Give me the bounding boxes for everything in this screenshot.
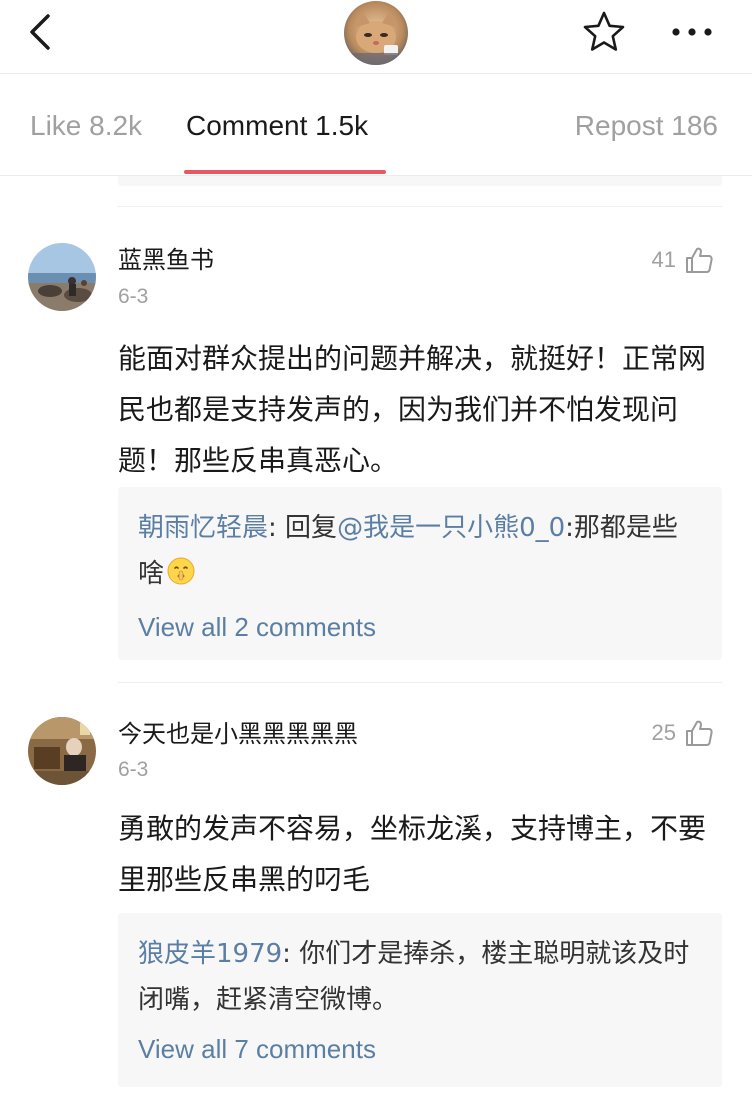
view-all-comments-link[interactable]: View all 7 comments [138,1029,702,1069]
commenter-username[interactable]: 蓝黑鱼书 [118,245,214,275]
thumbs-up-icon [686,720,713,746]
post-tabs: Like 8.2k Comment 1.5k Repost 186 [0,74,752,176]
comment-text: 能面对群众提出的问题并解决，就挺好！正常网民也都是支持发声的，因为我们并不怕发现… [118,342,707,477]
thumbs-up-icon [686,247,713,273]
reply-username[interactable]: 狼皮羊1979 [138,939,282,969]
reply-mention-link[interactable]: @我是一只小熊0_0 [337,513,565,543]
comment-text: 勇敢的发声不容易，坐标龙溪，支持博主，不要里那些反串黑的叼毛 [118,812,707,896]
like-count: 41 [651,247,676,272]
previous-reply-box-remnant [118,176,722,186]
reply-preview: 狼皮羊1979: 你们才是捧杀，楼主聪明就该及时闭嘴，赶紧清空微博。 [138,939,690,1015]
comment-date: 6-3 [118,285,149,308]
more-horizontal-icon [672,28,712,36]
commenter-username[interactable]: 今天也是小黑黑黑黑黑 [118,719,358,749]
comment-divider [118,682,722,683]
chevron-left-icon [30,14,50,50]
star-outline-icon [583,11,625,51]
more-options-button[interactable] [664,14,720,50]
reply-username[interactable]: 朝雨忆轻晨 [138,513,268,543]
view-all-comments-link[interactable]: View all 2 comments [138,607,702,647]
favorite-button[interactable] [580,8,628,56]
poster-avatar[interactable] [344,1,408,65]
like-count: 25 [651,720,676,745]
reply-preview-box: 狼皮羊1979: 你们才是捧杀，楼主聪明就该及时闭嘴，赶紧清空微博。 View … [118,913,722,1087]
back-button[interactable] [22,12,62,52]
shush-face-emoji-icon [166,555,196,601]
like-button[interactable]: 41 [652,243,714,277]
reply-preview-box: 朝雨忆轻晨: 回复@我是一只小熊0_0:那都是些啥 View all 2 com… [118,487,722,660]
beach-avatar-image [28,243,96,311]
commenter-avatar[interactable] [28,717,96,785]
like-button[interactable]: 25 [652,716,714,750]
reply-prefix: 回复 [285,513,338,543]
comment-date: 6-3 [118,758,149,781]
active-tab-indicator [184,170,386,174]
top-navbar [0,0,752,74]
reply-preview: 朝雨忆轻晨: 回复@我是一只小熊0_0:那都是些啥 [138,505,702,601]
tab-like[interactable]: Like 8.2k [30,108,142,144]
cat-avatar-image [344,1,408,65]
commenter-avatar[interactable] [28,243,96,311]
tab-comment[interactable]: Comment 1.5k [186,108,368,144]
tab-repost[interactable]: Repost 186 [575,108,718,144]
comment-divider [118,206,722,207]
room-avatar-image [28,717,96,785]
